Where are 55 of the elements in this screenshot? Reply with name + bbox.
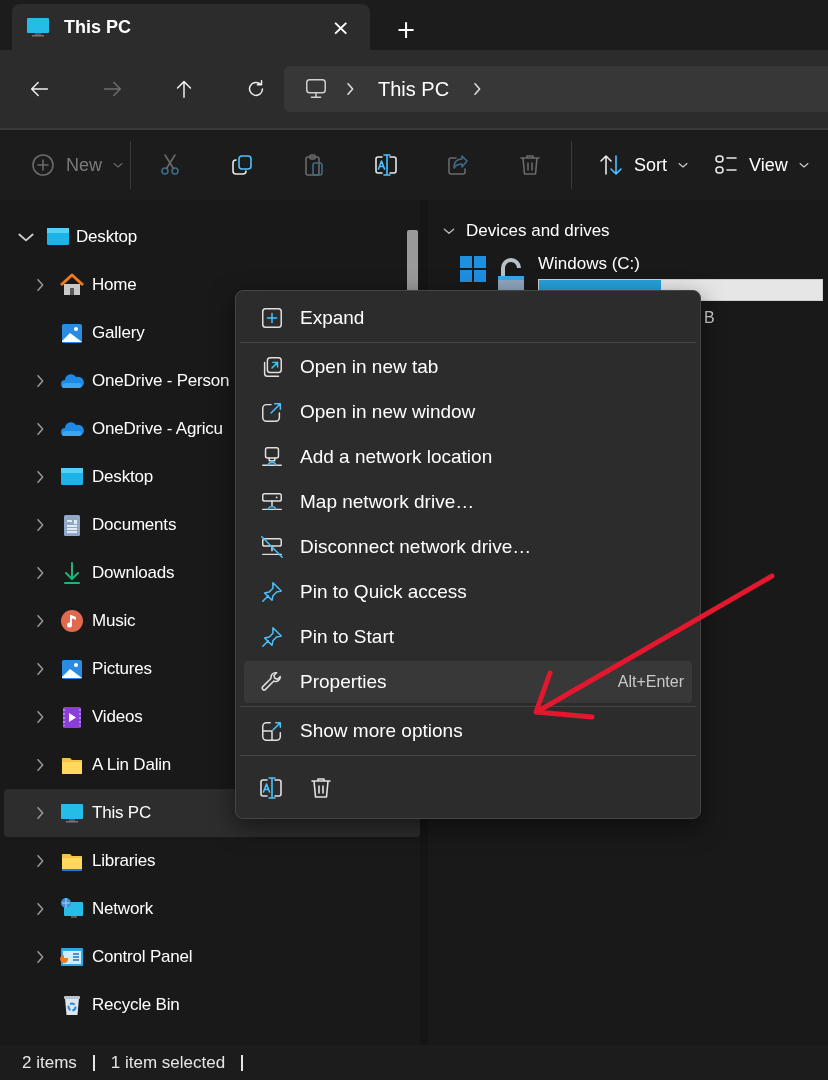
plus-circle-icon <box>30 152 56 178</box>
trash-icon <box>308 775 334 801</box>
sort-button[interactable]: Sort <box>592 145 696 185</box>
rename-button[interactable] <box>258 775 284 801</box>
trash-icon <box>517 152 543 178</box>
tree-item[interactable]: Recycle Bin <box>4 981 420 1029</box>
disconnect-drive-icon <box>260 535 284 559</box>
rename-icon <box>373 152 399 178</box>
delete-button[interactable] <box>308 775 334 801</box>
menu-item[interactable]: Add a network location <box>244 436 692 478</box>
tree-item[interactable]: Desktop <box>4 213 420 261</box>
computer-icon <box>260 445 284 469</box>
menu-item[interactable]: Map network drive… <box>244 481 692 523</box>
shortcut-label: Alt+Enter <box>617 673 684 691</box>
copy-icon <box>229 152 255 178</box>
close-tab-button[interactable]: × <box>323 14 358 40</box>
menu-item[interactable]: Open in new window <box>244 391 692 433</box>
menu-item[interactable]: Open in new tab <box>244 346 692 388</box>
new-window-icon <box>260 400 284 424</box>
music-icon <box>60 609 84 633</box>
address-bar[interactable]: This PC <box>284 66 828 112</box>
tab-title: This PC <box>64 16 132 38</box>
plus-square-icon <box>260 306 284 330</box>
image-icon <box>60 657 84 681</box>
image-icon <box>60 321 84 345</box>
wrench-icon <box>260 670 284 694</box>
drive-size-text: B <box>704 309 716 327</box>
pin-icon <box>260 580 284 604</box>
menu-item[interactable]: Properties Alt+Enter <box>244 661 692 703</box>
video-icon <box>60 705 84 729</box>
tree-item[interactable]: Libraries <box>4 837 420 885</box>
network-icon <box>60 897 84 921</box>
control-panel-icon <box>60 945 84 969</box>
drive-name: Windows (C:) <box>538 254 641 275</box>
monitor-icon <box>304 77 328 101</box>
monitor-icon <box>26 15 50 39</box>
sort-icon <box>598 152 624 178</box>
rename-icon <box>258 775 284 801</box>
menu-item[interactable]: Pin to Quick access <box>244 571 692 613</box>
status-text: 2 items <box>22 1054 95 1071</box>
monitor-icon <box>60 801 84 825</box>
expand-options-icon <box>260 719 284 743</box>
tree-item[interactable]: Control Panel <box>4 933 420 981</box>
new-tab-button[interactable]: + <box>388 16 425 44</box>
pin-icon <box>260 625 284 649</box>
menu-item[interactable]: Pin to Start <box>244 616 692 658</box>
house-icon <box>60 273 84 297</box>
share-icon <box>445 152 471 178</box>
view-button[interactable]: View <box>707 145 816 185</box>
window-tab[interactable]: This PC × <box>12 4 370 50</box>
menu-item[interactable]: Disconnect network drive… <box>244 526 692 568</box>
group-heading: Devices and drives <box>466 221 610 241</box>
breadcrumb-item[interactable]: This PC <box>372 77 456 101</box>
status-text: 1 item selected <box>110 1054 244 1071</box>
tree-item[interactable]: Network <box>4 885 420 933</box>
